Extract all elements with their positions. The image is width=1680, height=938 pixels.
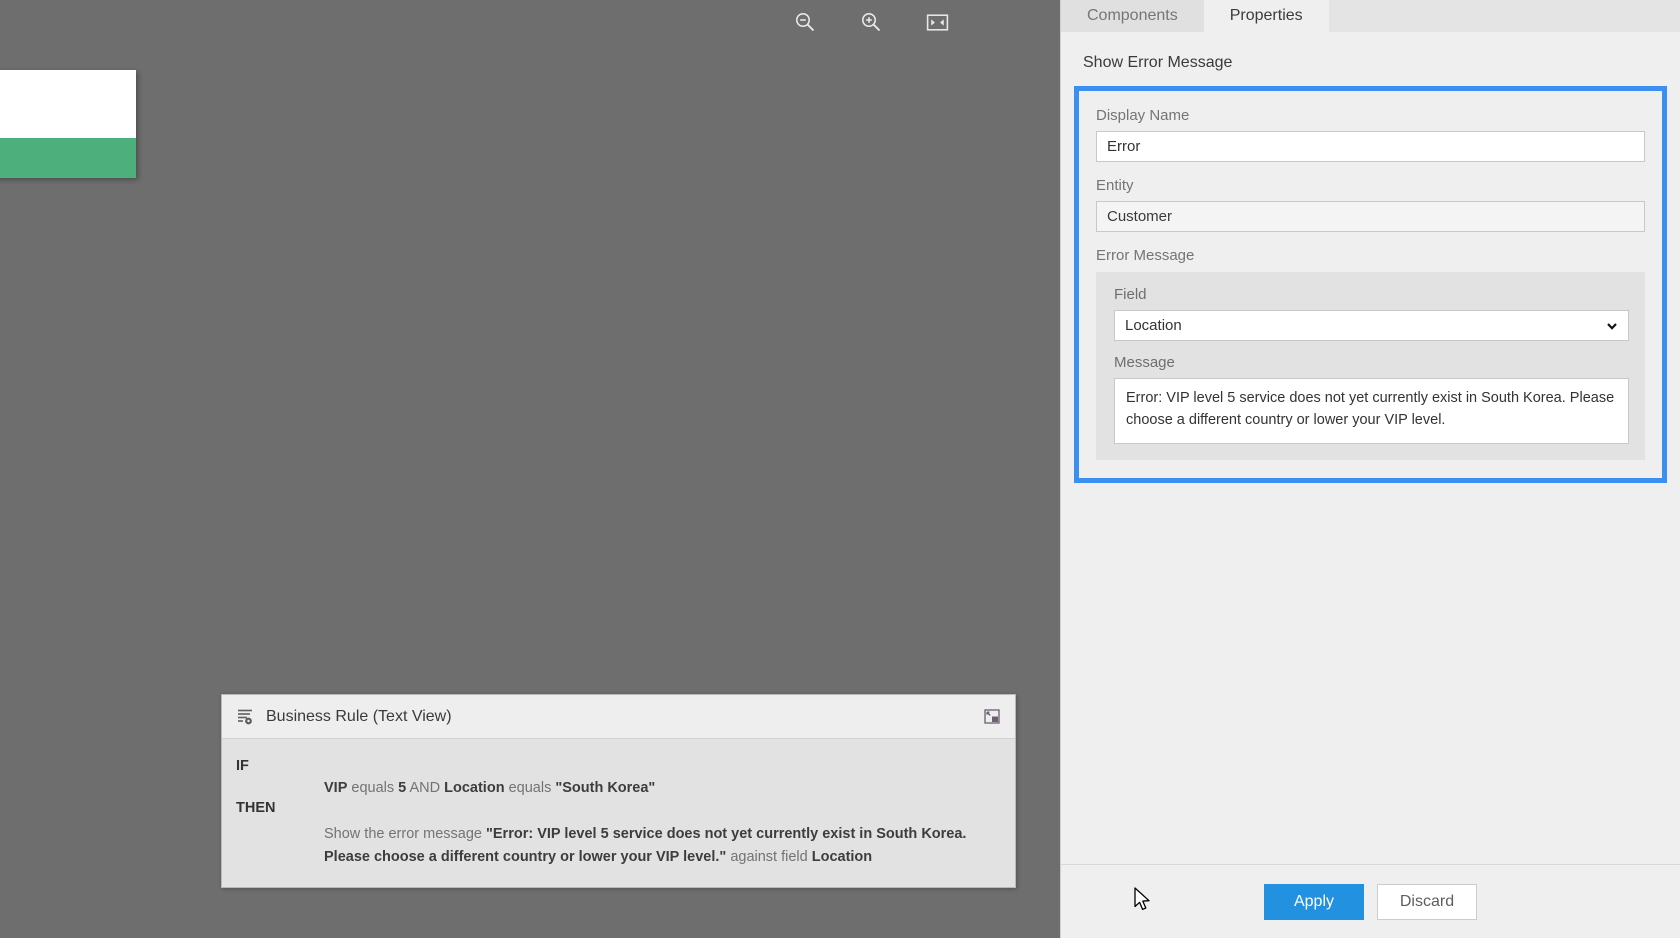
apply-button-label: Apply	[1293, 892, 1335, 910]
tab-properties-label: Properties	[1229, 7, 1303, 24]
rule-condition-op2: equals	[508, 780, 552, 796]
field-select[interactable]: Location	[1114, 310, 1629, 341]
rule-if-keyword: IF	[236, 758, 249, 774]
tabstrip-filler	[1328, 0, 1680, 32]
display-name-label: Display Name	[1096, 107, 1190, 124]
business-rule-panel-title: Business Rule (Text View)	[266, 707, 452, 725]
properties-highlight-group: Display Name Error Entity Customer Error…	[1074, 86, 1667, 483]
display-name-value: Error	[1107, 138, 1141, 155]
error-message-group: Field Location Message Error: VIP level …	[1096, 272, 1645, 460]
flow-node-title: age	[0, 70, 136, 138]
business-rule-icon	[234, 706, 256, 728]
rule-then-keyword: THEN	[236, 800, 276, 816]
properties-content: Show Error Message Display Name Error En…	[1061, 32, 1680, 864]
rule-condition-conjunction: AND	[409, 780, 441, 796]
message-textarea[interactable]: Error: VIP level 5 service does not yet …	[1114, 378, 1629, 444]
field-select-value: Location	[1125, 317, 1182, 334]
rule-condition-op1: equals	[351, 780, 395, 796]
message-textarea-value: Error: VIP level 5 service does not yet …	[1126, 390, 1615, 428]
entity-label: Entity	[1096, 177, 1134, 194]
discard-button[interactable]: Discard	[1377, 883, 1477, 920]
diagram-canvas[interactable]: age Business Rule (Text View)	[0, 0, 1060, 938]
rule-condition-value1: 5	[398, 780, 407, 796]
field-label: Field	[1114, 286, 1147, 303]
tab-properties[interactable]: Properties	[1203, 0, 1329, 32]
fit-to-screen-icon[interactable]	[922, 7, 952, 37]
rule-action-field: Location	[811, 848, 873, 865]
tab-components-label: Components	[1087, 7, 1178, 24]
properties-section-title: Show Error Message	[1083, 54, 1233, 71]
zoom-out-icon[interactable]	[790, 7, 820, 37]
discard-button-label: Discard	[1399, 892, 1455, 910]
flow-node-card[interactable]: age	[0, 70, 136, 178]
error-message-label: Error Message	[1096, 247, 1195, 264]
tab-components[interactable]: Components	[1061, 0, 1204, 32]
right-properties-panel: Components Properties Show Error Message…	[1060, 0, 1680, 938]
business-rule-text-view-panel[interactable]: Business Rule (Text View) IF THEN VIP eq…	[221, 694, 1016, 888]
rule-action-clause: Show the error message "Error: VIP level…	[324, 823, 997, 868]
rule-condition-field2: Location	[444, 780, 505, 796]
rule-condition-value2: "South Korea"	[555, 780, 656, 796]
properties-footer: Apply Discard	[1061, 864, 1680, 938]
panel-tabstrip: Components Properties	[1061, 0, 1680, 32]
mouse-cursor	[1133, 887, 1153, 918]
rule-condition-field1: VIP	[324, 780, 348, 796]
apply-button[interactable]: Apply	[1264, 883, 1364, 920]
canvas-toolbar	[790, 0, 952, 44]
entity-input[interactable]: Customer	[1096, 201, 1645, 232]
rule-action-middle: against field	[730, 848, 808, 865]
zoom-in-icon[interactable]	[856, 7, 886, 37]
display-name-input[interactable]: Error	[1096, 131, 1645, 162]
flow-node-accent-bar	[0, 138, 136, 178]
message-label: Message	[1114, 354, 1175, 371]
entity-value: Customer	[1107, 208, 1173, 225]
rule-condition-clause: VIP equals 5 AND Location equals "South …	[324, 777, 997, 799]
business-rule-panel-header: Business Rule (Text View)	[222, 695, 1015, 739]
rule-action-prefix: Show the error message	[324, 826, 482, 843]
restore-panel-icon[interactable]	[979, 704, 1005, 730]
chevron-down-icon	[1605, 319, 1619, 333]
app-root: age Business Rule (Text View)	[0, 0, 1680, 938]
business-rule-body: IF THEN VIP equals 5 AND Location equals…	[222, 739, 1015, 887]
